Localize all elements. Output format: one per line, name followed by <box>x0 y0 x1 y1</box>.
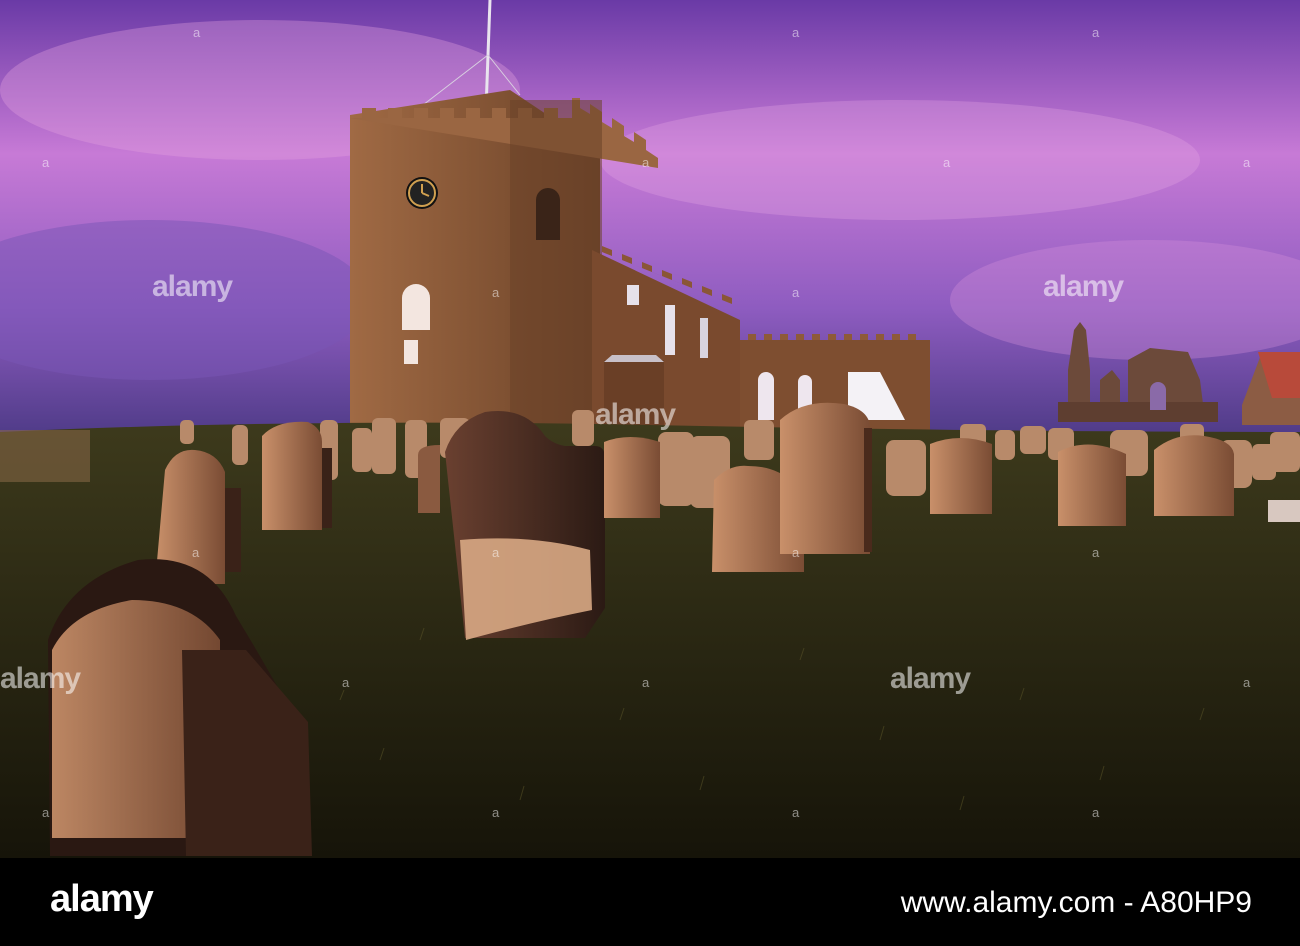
photo-frame: alamy alamy alamy alamy alamy a a a a a … <box>0 0 1300 946</box>
footer-bar: alamy www.alamy.com - A80HP9 <box>0 858 1300 946</box>
image-id-label: www.alamy.com - A80HP9 <box>900 886 1252 919</box>
churchyard-photo: alamy alamy alamy alamy alamy a a a a a … <box>0 0 1300 858</box>
footer-logo: alamy <box>50 878 154 920</box>
scene-illustration <box>0 0 1300 858</box>
